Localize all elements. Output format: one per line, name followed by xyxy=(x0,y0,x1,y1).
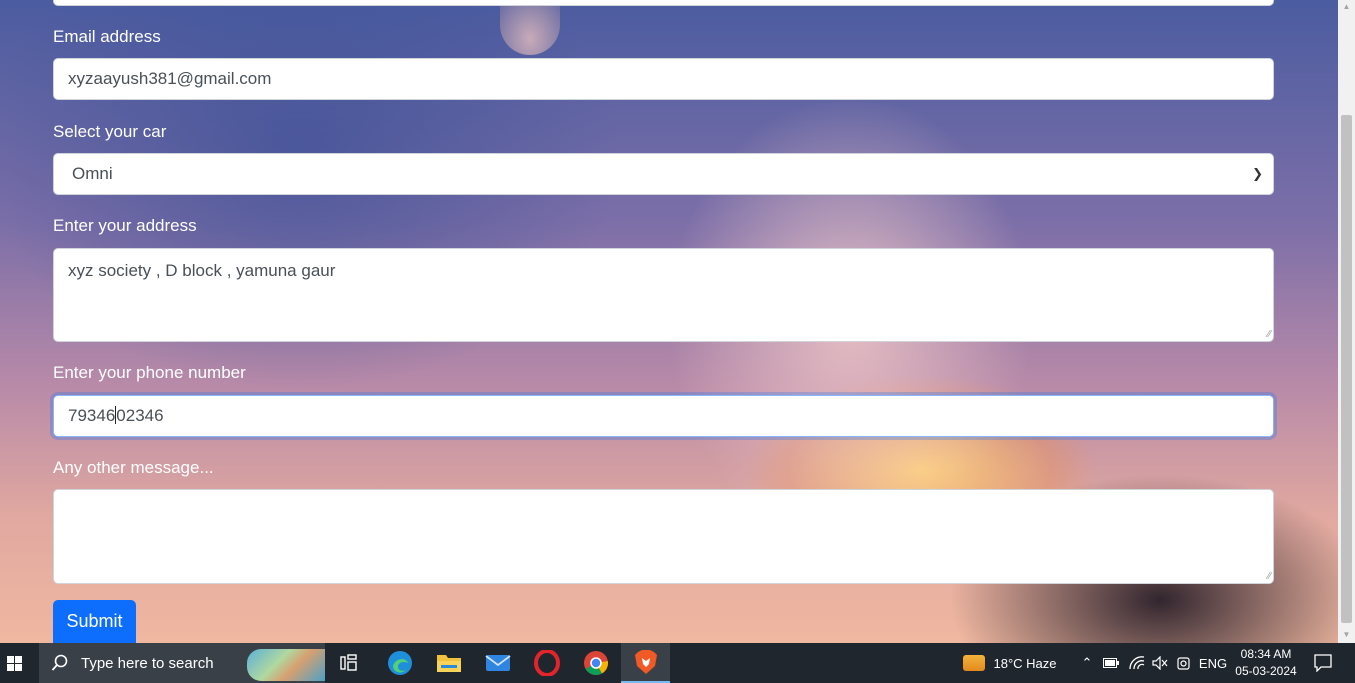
search-icon xyxy=(51,654,68,671)
task-view-icon xyxy=(339,654,357,671)
notification-icon xyxy=(1314,654,1332,672)
address-label: Enter your address xyxy=(53,216,197,235)
email-label: Email address xyxy=(53,27,161,46)
scroll-down-arrow-icon[interactable]: ▼ xyxy=(1341,630,1352,640)
resize-handle-icon[interactable]: ∕∕ xyxy=(1268,572,1271,582)
previous-field[interactable] xyxy=(53,0,1274,6)
search-highlight-image xyxy=(247,649,325,681)
phone-field[interactable]: 7934602346 xyxy=(53,395,1274,437)
chevron-up-icon: ⌃ xyxy=(1081,655,1093,670)
car-select[interactable]: Omni ❯ xyxy=(53,153,1274,195)
scroll-up-arrow-icon[interactable]: ▲ xyxy=(1341,2,1352,12)
meet-now-button[interactable] xyxy=(1173,643,1195,683)
task-view-button[interactable] xyxy=(325,643,374,683)
chrome-icon xyxy=(583,651,608,676)
car-select-value: Omni xyxy=(72,164,113,183)
brave-button[interactable] xyxy=(621,643,670,683)
battery-button[interactable] xyxy=(1101,643,1121,683)
file-explorer-button[interactable] xyxy=(424,643,473,683)
opera-button[interactable] xyxy=(522,643,571,683)
scrollbar-thumb[interactable] xyxy=(1341,115,1352,623)
mail-button[interactable] xyxy=(473,643,522,683)
camera-icon xyxy=(1177,657,1190,670)
windows-logo-icon xyxy=(6,655,22,671)
phone-label: Enter your phone number xyxy=(53,363,246,382)
edge-button[interactable] xyxy=(375,643,424,683)
resize-handle-icon[interactable]: ∕∕ xyxy=(1268,330,1271,340)
language-text: ENG xyxy=(1198,655,1228,671)
haze-weather-icon xyxy=(963,655,986,671)
clock[interactable]: 08:34 AM 05-03-2024 xyxy=(1234,643,1298,683)
search-placeholder: Type here to search xyxy=(81,654,214,672)
volume-muted-icon xyxy=(1152,656,1168,670)
brave-icon xyxy=(634,650,657,674)
folder-icon xyxy=(436,655,461,672)
wifi-icon xyxy=(1129,656,1145,670)
battery-icon xyxy=(1103,658,1119,668)
start-button[interactable] xyxy=(0,643,28,683)
submit-button[interactable]: Submit xyxy=(53,600,136,643)
weather-text: 18°C Haze xyxy=(993,655,1057,671)
network-button[interactable] xyxy=(1126,643,1148,683)
chevron-down-icon: ❯ xyxy=(1252,166,1263,181)
opera-icon xyxy=(533,650,560,676)
background-lantern xyxy=(500,0,560,55)
message-textarea[interactable]: ∕∕ xyxy=(53,489,1274,584)
address-value: xyz society , D block , yamuna gaur xyxy=(68,261,336,280)
chrome-button[interactable] xyxy=(571,643,620,683)
edge-icon xyxy=(387,651,412,675)
address-textarea[interactable]: xyz society , D block , yamuna gaur ∕∕ xyxy=(53,248,1274,342)
mail-icon xyxy=(484,655,511,671)
email-field[interactable]: xyzaayush381@gmail.com xyxy=(53,58,1274,100)
message-label: Any other message... xyxy=(53,458,214,477)
weather-widget[interactable]: 18°C Haze xyxy=(955,643,1065,683)
volume-button[interactable] xyxy=(1150,643,1170,683)
date-text: 05-03-2024 xyxy=(1235,664,1297,678)
car-label: Select your car xyxy=(53,122,167,141)
show-hidden-icons-button[interactable]: ⌃ xyxy=(1077,643,1097,683)
time-text: 08:34 AM xyxy=(1240,647,1292,661)
input-language-button[interactable]: ENG xyxy=(1197,643,1229,683)
page-background: Email address xyzaayush381@gmail.com Sel… xyxy=(0,0,1338,643)
phone-value-part1: 79346 xyxy=(68,406,116,425)
notifications-button[interactable] xyxy=(1306,643,1340,683)
phone-value-part2: 02346 xyxy=(116,406,164,425)
taskbar-search[interactable]: Type here to search xyxy=(39,643,325,683)
taskbar: Type here to search 18°C Haze ⌃ ENG 08:3… xyxy=(0,643,1355,683)
